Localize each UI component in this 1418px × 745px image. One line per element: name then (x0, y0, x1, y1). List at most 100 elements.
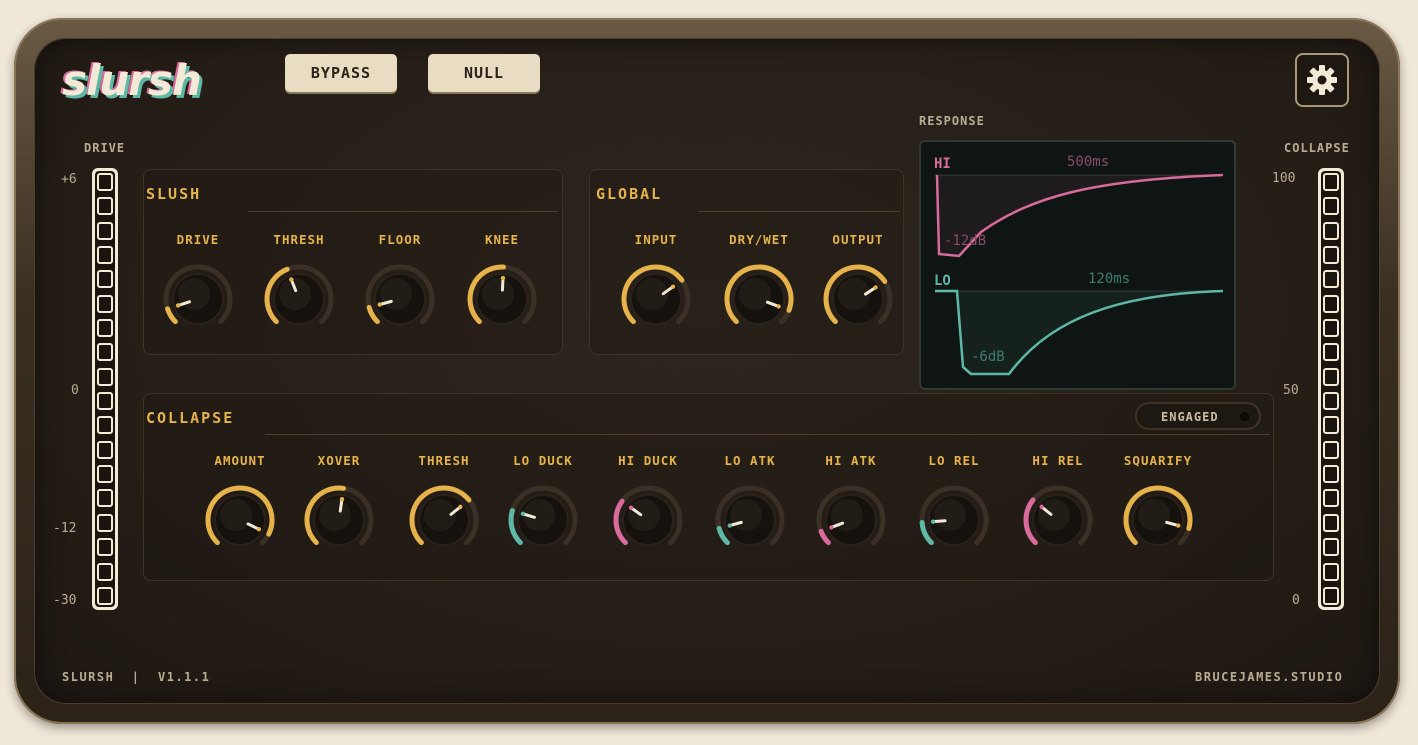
null-button[interactable]: NULL (428, 54, 540, 92)
engaged-toggle[interactable]: ENGAGED (1135, 402, 1261, 430)
knob-input[interactable] (618, 261, 694, 337)
knob-label: KNEE (484, 232, 520, 247)
knob-label: THRESH (273, 232, 325, 247)
meter-segment (1323, 440, 1339, 459)
meter-segment (97, 197, 113, 216)
meter-segment (97, 586, 113, 605)
meter-segment (97, 173, 113, 191)
knob-label: HI ATK (825, 453, 877, 468)
knob-knee[interactable] (464, 261, 540, 337)
meter-segment (97, 562, 113, 581)
knob-value-arc (366, 304, 380, 325)
lo-gain-label: -6dB (971, 349, 1005, 365)
knob-lo-atk[interactable] (712, 482, 788, 558)
knob-label: LO REL (928, 453, 980, 468)
collapse-meter-segments (1321, 171, 1341, 607)
knob-label: LO ATK (724, 453, 776, 468)
footer-version: SLURSH | V1.1.1 (62, 670, 211, 684)
knob-lo-rel[interactable] (916, 482, 992, 558)
meter-segment (97, 270, 113, 289)
meter-segment (1323, 343, 1339, 362)
meter-segment (97, 294, 113, 313)
knob-label: DRY/WET (729, 232, 789, 247)
collapse-title: COLLAPSE (146, 409, 235, 427)
meter-segment (1323, 562, 1339, 581)
knob-thresh[interactable] (406, 482, 482, 558)
meter-segment (97, 513, 113, 532)
meter-segment (97, 343, 113, 362)
meter-segment (97, 319, 113, 338)
drive-scale-mid: 0 (71, 383, 79, 398)
meter-segment (97, 440, 113, 459)
meter-segment (97, 367, 113, 386)
collapse-meter (1318, 168, 1344, 610)
meter-segment (97, 416, 113, 435)
drive-scale-bottom: -30 (53, 593, 77, 608)
meter-segment (1323, 392, 1339, 411)
drive-scale-top: +6 (61, 172, 77, 187)
meter-segment (1323, 270, 1339, 289)
knob-output[interactable] (820, 261, 896, 337)
meter-segment (1323, 173, 1339, 191)
knob-label: FLOOR (378, 232, 422, 247)
global-title: GLOBAL (596, 185, 663, 203)
meter-segment (97, 465, 113, 484)
collapse-scale-mid: 50 (1283, 383, 1299, 398)
global-divider (698, 211, 900, 212)
settings-button[interactable] (1295, 53, 1349, 107)
knob-squarify[interactable] (1120, 482, 1196, 558)
knob-label: HI DUCK (618, 453, 678, 468)
drive-meter (92, 168, 118, 610)
knob-label: INPUT (634, 232, 678, 247)
gear-icon (1307, 65, 1337, 95)
lo-band-label: LO (934, 273, 951, 289)
meter-segment (97, 221, 113, 240)
knob-hi-atk[interactable] (813, 482, 889, 558)
knob-label: SQUARIFY (1123, 453, 1193, 468)
knob-value-arc (716, 525, 730, 546)
knob-label: AMOUNT (214, 453, 266, 468)
response-graph (935, 173, 1224, 376)
meter-segment (1323, 538, 1339, 557)
meter-segment (1323, 465, 1339, 484)
meter-segment (97, 489, 113, 508)
drive-scale-low: -12 (53, 521, 77, 536)
collapse-scale-top: 100 (1272, 171, 1296, 186)
hi-band-label: HI (934, 156, 951, 172)
meter-segment (1323, 246, 1339, 265)
knob-thresh[interactable] (261, 261, 337, 337)
meter-segment (1323, 319, 1339, 338)
meter-segment (1323, 197, 1339, 216)
drive-meter-segments (95, 171, 115, 607)
knob-xover[interactable] (301, 482, 377, 558)
slush-title: SLUSH (146, 185, 202, 203)
meter-segment (1323, 221, 1339, 240)
meter-segment (1323, 367, 1339, 386)
footer-website: BRUCEJAMES.STUDIO (1195, 670, 1344, 684)
knob-dry-wet[interactable] (721, 261, 797, 337)
knob-hi-rel[interactable] (1020, 482, 1096, 558)
knob-floor[interactable] (362, 261, 438, 337)
knob-value-arc (818, 528, 831, 546)
meter-segment (1323, 416, 1339, 435)
knob-label: THRESH (418, 453, 470, 468)
knob-label: XOVER (317, 453, 361, 468)
response-display: HI 500ms -12dB LO 120ms -6dB (919, 140, 1236, 390)
meter-segment (1323, 513, 1339, 532)
app-logo: slursh (62, 56, 202, 105)
engaged-label: ENGAGED (1161, 410, 1219, 424)
bypass-button[interactable]: BYPASS (285, 54, 397, 92)
collapse-meter-label: COLLAPSE (1284, 141, 1350, 155)
knob-amount[interactable] (202, 482, 278, 558)
meter-segment (1323, 586, 1339, 605)
knob-hi-duck[interactable] (610, 482, 686, 558)
knob-drive[interactable] (160, 261, 236, 337)
hi-time-label: 500ms (1067, 154, 1110, 170)
hi-gain-label: -12dB (944, 233, 987, 249)
knob-lo-duck[interactable] (505, 482, 581, 558)
meter-segment (97, 246, 113, 265)
meter-segment (97, 392, 113, 411)
knob-label: DRIVE (176, 232, 220, 247)
meter-segment (97, 538, 113, 557)
collapse-divider (265, 434, 1270, 435)
